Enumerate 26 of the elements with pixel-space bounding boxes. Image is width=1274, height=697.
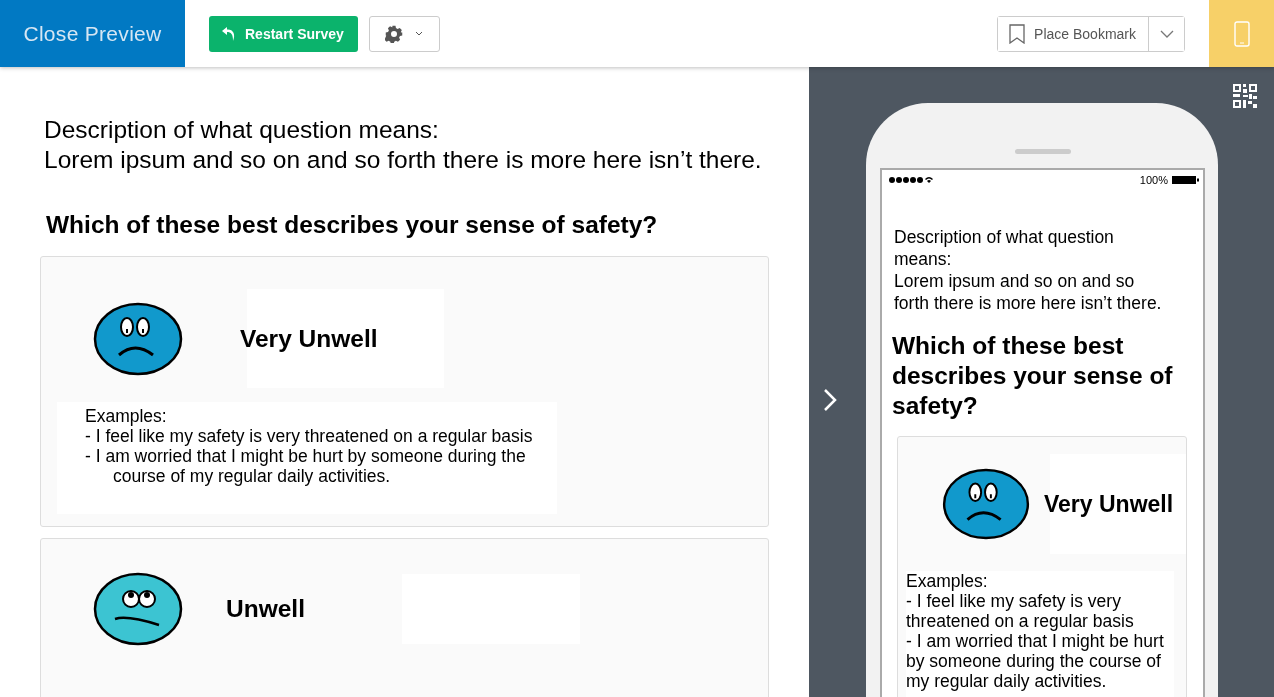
phone-icon xyxy=(1233,20,1250,47)
examples-text: Examples: - I feel like my safety is very threatened on a regular basis - I am worried that I might be hurt by someone during the course of my regular daily activities. xyxy=(906,571,1174,697)
option-label: Unwell xyxy=(226,595,305,623)
answer-option-card[interactable]: Very Unwell Examples: - I feel like my safety is very threatened on a regular basis - I am worried that I might be hurt by someone during the course of my regular daily activities. xyxy=(897,436,1187,697)
answer-option-card[interactable]: Unwell xyxy=(40,538,769,697)
qr-code-icon[interactable] xyxy=(1233,84,1257,108)
place-bookmark-button[interactable]: Place Bookmark xyxy=(998,16,1149,51)
battery-icon xyxy=(1172,176,1199,184)
caret-icon xyxy=(1159,29,1174,38)
undo-arrow-icon xyxy=(221,25,237,42)
collapse-chevron-icon[interactable] xyxy=(823,388,837,412)
bookmark-icon xyxy=(1009,23,1026,44)
caret-icon xyxy=(415,31,424,36)
close-preview-button[interactable]: Close Preview xyxy=(0,0,185,67)
question-description: Description of what question means: Lorem ipsum and so on and so forth there is more here isn’t there. xyxy=(44,115,763,175)
question-text: Which of these best describes your sense of safety? xyxy=(46,211,659,239)
question-text: Which of these best describes your sense of safety? xyxy=(892,331,1174,421)
option-label: Very Unwell xyxy=(1044,490,1174,518)
examples-text: Examples: - I feel like my safety is very threatened on a regular basis - I am worried that I might be hurt by someone during the course of my regular daily activities. xyxy=(57,402,557,514)
signal-icon xyxy=(889,176,933,184)
battery-percent: 100% xyxy=(1139,174,1168,186)
answer-option-card[interactable]: Very Unwell Examples: - I feel like my safety is very threatened on a regular basis - I am worried that I might be hurt by someone during the course of my regular daily activities. xyxy=(40,256,769,527)
option-label: Very Unwell xyxy=(240,324,378,353)
settings-dropdown-button[interactable] xyxy=(368,15,440,52)
settings-icon xyxy=(385,24,404,43)
question-description: Description of what question means: Lorem ipsum and so on and so forth there is more here isn’t there. xyxy=(894,226,1163,314)
